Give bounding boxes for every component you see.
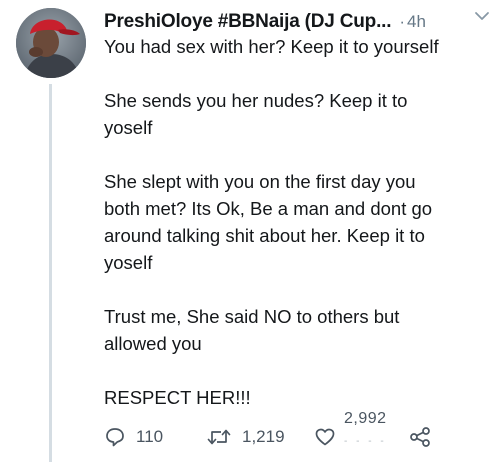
- share-icon: [408, 426, 432, 448]
- tweet-paragraph: RESPECT HER!!!: [104, 387, 251, 408]
- retweet-count: 1,219: [242, 427, 285, 446]
- heart-icon: [314, 426, 336, 448]
- separator-dot: ·: [399, 12, 405, 31]
- action-bar: 110 1,219 2,992 - - - -: [104, 410, 484, 452]
- tweet-paragraph: Trust me, She said NO to others but allo…: [104, 306, 400, 354]
- tweet[interactable]: PreshiOloye #BBNaija (DJ Cup... · 4h You…: [0, 0, 500, 462]
- tweet-paragraph: She slept with you on the first day you …: [104, 171, 433, 273]
- like-count-ghost: - - - -: [344, 436, 387, 447]
- reply-bubble-icon: [104, 426, 126, 448]
- timestamp[interactable]: 4h: [407, 12, 426, 32]
- reply-count: 110: [136, 427, 164, 446]
- tweet-paragraph: She sends you her nudes? Keep it to yose…: [104, 90, 408, 138]
- retweet-button[interactable]: 1,219: [206, 422, 285, 452]
- avatar[interactable]: [16, 8, 86, 78]
- display-name[interactable]: PreshiOloye #BBNaija (DJ Cup...: [104, 11, 391, 33]
- chevron-down-icon[interactable]: [472, 6, 492, 26]
- thread-line: [49, 84, 52, 462]
- reply-button[interactable]: 110: [104, 422, 163, 452]
- retweet-arrows-icon: [206, 426, 232, 448]
- tweet-text: You had sex with her? Keep it to yoursel…: [104, 33, 489, 438]
- like-button[interactable]: [314, 422, 336, 452]
- like-count: 2,992: [344, 410, 387, 427]
- share-button[interactable]: [408, 422, 432, 452]
- avatar-photo: [16, 8, 86, 78]
- tweet-paragraph: You had sex with her? Keep it to yoursel…: [104, 36, 439, 57]
